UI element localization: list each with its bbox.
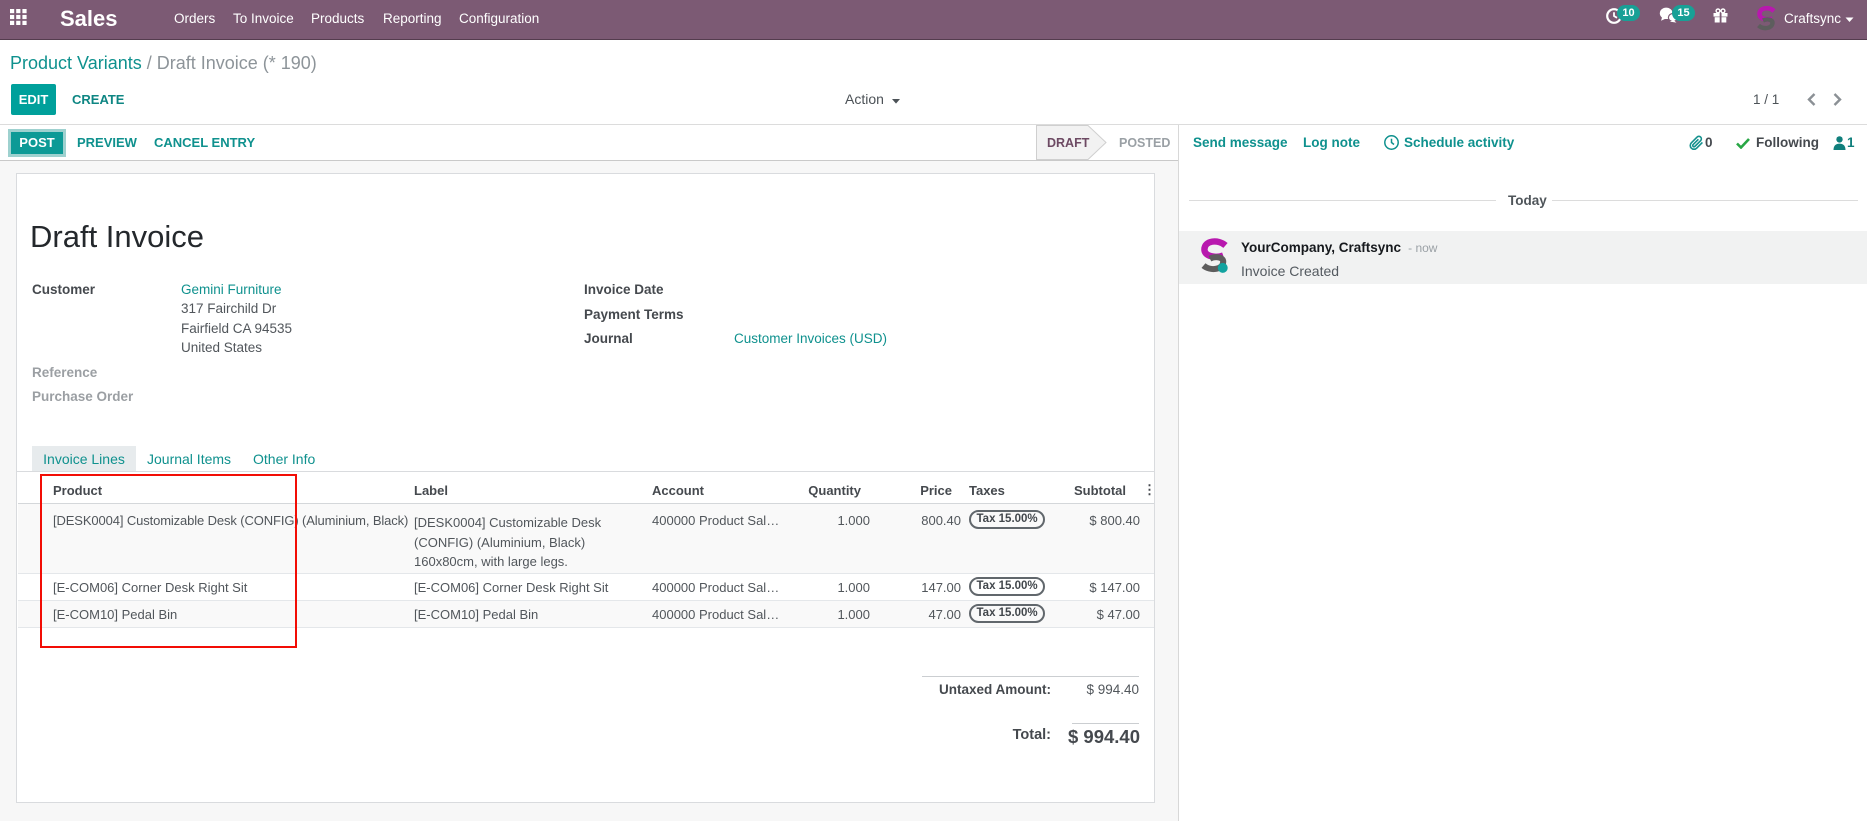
svg-text:DRAFT: DRAFT <box>1047 136 1090 150</box>
svg-text:POSTED: POSTED <box>1119 136 1170 150</box>
